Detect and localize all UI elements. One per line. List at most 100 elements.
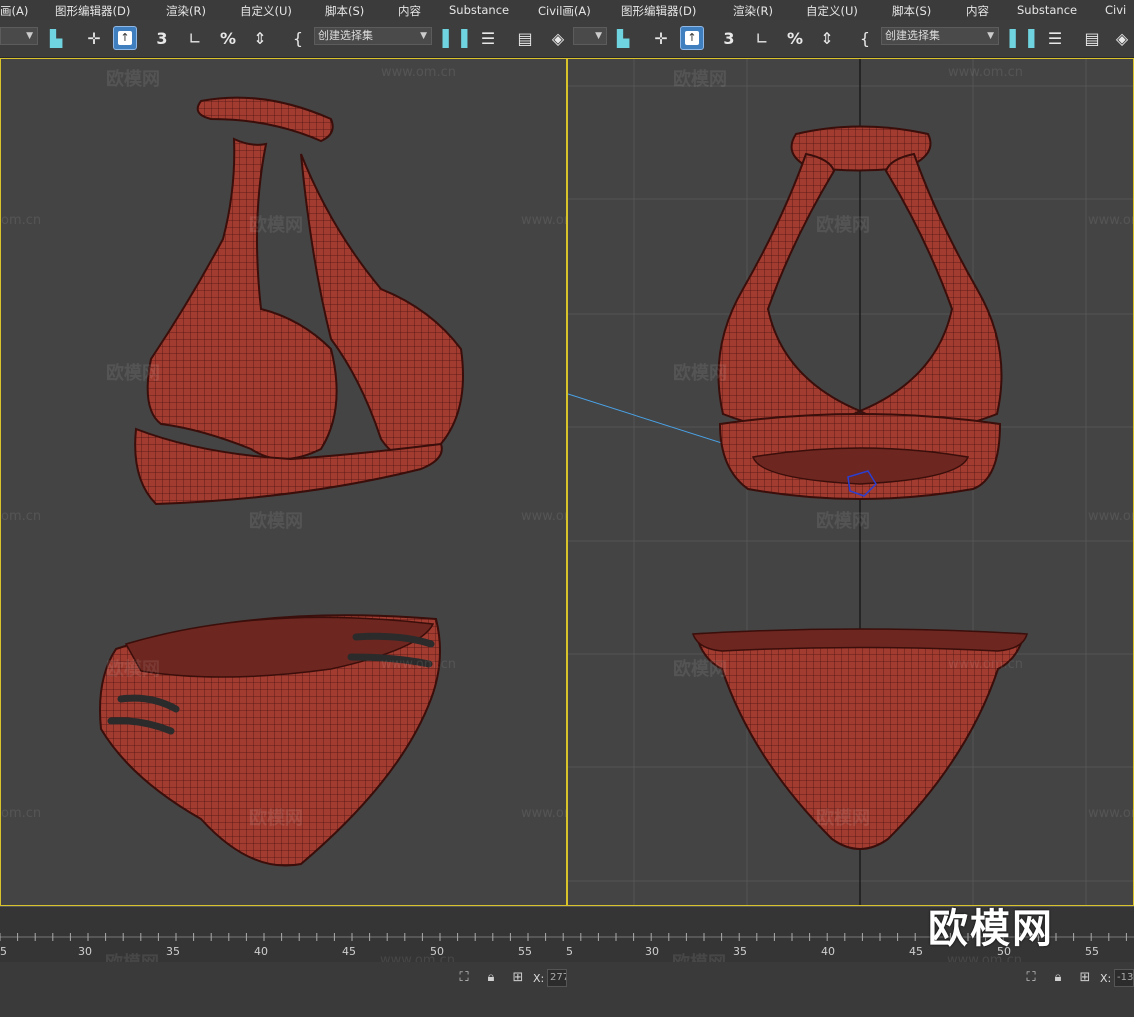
- percent-label: %: [786, 28, 804, 48]
- watermark-site: www.om.cn: [948, 65, 1023, 80]
- timeline-tick-label: 40: [821, 945, 835, 958]
- timeline-tick-label: 45: [342, 945, 356, 958]
- layer-explorer-icon-2[interactable]: ◈: [1110, 26, 1134, 50]
- timeline-tick-label: 55: [1085, 945, 1099, 958]
- menu-item-civil[interactable]: Civil画(A): [538, 3, 591, 19]
- chevron-down-icon: ▼: [987, 31, 994, 41]
- menu-item-content-2[interactable]: 内容: [966, 3, 989, 19]
- menu-item-animation[interactable]: 画(A): [0, 3, 28, 19]
- isolate-selection-icon[interactable]: ⛶: [456, 970, 472, 986]
- percent-snap-icon[interactable]: %: [216, 26, 240, 50]
- watermark-brand: 欧模网: [249, 215, 303, 236]
- status-bar: [0, 962, 1134, 1017]
- snap-toggle-icon-2[interactable]: 3: [717, 26, 741, 50]
- chevron-down-icon: ▼: [595, 31, 602, 41]
- watermark-site-short: om.cn: [1, 806, 42, 821]
- edit-named-selection-icon[interactable]: {: [286, 26, 310, 50]
- watermark-site: www.om.cn: [1088, 509, 1133, 524]
- percent-snap-icon-2[interactable]: %: [783, 26, 807, 50]
- timeline-tick-label: 55: [518, 945, 532, 958]
- transform-mode-icon[interactable]: ⊞: [510, 970, 526, 986]
- watermark-brand: 欧模网: [106, 69, 160, 90]
- edit-named-selection-icon-2[interactable]: {: [853, 26, 877, 50]
- menu-item-scripting[interactable]: 脚本(S): [325, 3, 364, 19]
- named-selection-dropdown-2[interactable]: 创建选择集 ▼: [881, 27, 999, 45]
- align-icon-2[interactable]: ☰: [1043, 26, 1067, 50]
- angle-snap-icon[interactable]: ∟: [183, 26, 207, 50]
- x-coord-field-2[interactable]: -13: [1114, 969, 1134, 987]
- menu-bar: 画(A) 图形编辑器(D) 渲染(R) 自定义(U) 脚本(S) 内容 Subs…: [0, 0, 1134, 20]
- x-coord-field[interactable]: 277: [547, 969, 567, 987]
- brand-logo: 欧模网: [928, 906, 1054, 952]
- timeline-tick-label: 40: [254, 945, 268, 958]
- spinner-snap-icon[interactable]: ⇕: [248, 26, 272, 50]
- menu-item-content[interactable]: 内容: [398, 3, 421, 19]
- named-selection-dropdown[interactable]: 创建选择集 ▼: [314, 27, 432, 45]
- watermark-brand: 欧模网: [106, 659, 160, 680]
- layer-explorer-icon[interactable]: ◈: [546, 26, 570, 50]
- watermark-brand: 欧模网: [249, 808, 303, 829]
- watermark-brand: 欧模网: [106, 363, 160, 384]
- align-icon[interactable]: ☰: [476, 26, 500, 50]
- menu-item-graph-editors-2[interactable]: 图形编辑器(D): [621, 3, 696, 19]
- menu-item-rendering-2[interactable]: 渲染(R): [733, 3, 773, 19]
- timeline-tick-label: 30: [78, 945, 92, 958]
- lock-icon[interactable]: 🔒︎: [1050, 970, 1066, 986]
- percent-label: %: [219, 28, 237, 48]
- select-object-button[interactable]: ↑: [113, 26, 137, 50]
- watermark-site: www.om.cn: [521, 213, 566, 228]
- named-selection-value: 创建选择集: [318, 29, 373, 42]
- chevron-down-icon: ▼: [420, 31, 427, 41]
- watermark-site: www.om.cn: [381, 65, 456, 80]
- bikini-top-mesh[interactable]: [131, 96, 464, 509]
- menu-item-rendering[interactable]: 渲染(R): [166, 3, 206, 19]
- menu-item-substance[interactable]: Substance: [449, 3, 509, 17]
- menu-item-substance-2[interactable]: Substance: [1017, 3, 1077, 17]
- watermark-brand: 欧模网: [816, 215, 870, 236]
- transform-mode-icon[interactable]: ⊞: [1077, 970, 1093, 986]
- select-object-button-2[interactable]: ↑: [680, 26, 704, 50]
- x-coord-label: X:: [1100, 972, 1112, 985]
- timeline-tick-label: 35: [733, 945, 747, 958]
- mirror-icon[interactable]: ▌▐: [443, 26, 468, 50]
- menu-item-civil-2[interactable]: Civi: [1105, 3, 1126, 17]
- move-icon-2[interactable]: ✛: [649, 26, 673, 50]
- mirror-icon-2[interactable]: ▌▐: [1010, 26, 1035, 50]
- watermark-site: www.om.cn: [1088, 213, 1133, 228]
- viewport-front[interactable]: 欧模网 www.om.cn 欧模网 www.om.cn 欧模网 欧模网 www.…: [567, 58, 1134, 906]
- isolate-selection-icon[interactable]: ⛶: [1023, 970, 1039, 986]
- angle-snap-icon-2[interactable]: ∟: [750, 26, 774, 50]
- spinner-snap-icon-2[interactable]: ⇕: [815, 26, 839, 50]
- timeline-tick-label: 45: [909, 945, 923, 958]
- filter-dropdown[interactable]: ▼: [0, 27, 38, 45]
- viewport-perspective[interactable]: 欧模网 www.om.cn om.cn 欧模网 www.om.cn 欧模网 om…: [0, 58, 567, 906]
- filter-dropdown-2[interactable]: ▼: [573, 27, 607, 45]
- select-link-icon[interactable]: ▙: [44, 26, 68, 50]
- mesh-canvas-left: [99, 96, 464, 867]
- lock-icon[interactable]: 🔒︎: [483, 970, 499, 986]
- chevron-down-icon: ▼: [26, 31, 33, 41]
- arrow-up-icon: ↑: [118, 31, 132, 45]
- snap-label: 3: [723, 28, 735, 48]
- scene-explorer-icon-2[interactable]: ▤: [1080, 26, 1104, 50]
- scene-explorer-icon[interactable]: ▤: [513, 26, 537, 50]
- snap-toggle-icon[interactable]: 3: [150, 26, 174, 50]
- timeline-tick-label: 35: [166, 945, 180, 958]
- watermark-brand: 欧模网: [249, 511, 303, 532]
- snap-label: 3: [156, 28, 168, 48]
- x-coord-label: X:: [533, 972, 545, 985]
- menu-item-customize[interactable]: 自定义(U): [240, 3, 292, 19]
- mesh-canvas-right: [568, 59, 1133, 905]
- select-link-icon-2[interactable]: ▙: [611, 26, 635, 50]
- watermark-site: www.om.cn: [381, 657, 456, 672]
- watermark-site: www.om.cn: [521, 806, 566, 821]
- menu-item-customize-2[interactable]: 自定义(U): [806, 3, 858, 19]
- arrow-up-icon: ↑: [685, 31, 699, 45]
- menu-item-graph-editors[interactable]: 图形编辑器(D): [55, 3, 130, 19]
- watermark-site-short: om.cn: [1, 213, 42, 228]
- timeline-tick-label: 50: [430, 945, 444, 958]
- menu-item-scripting-2[interactable]: 脚本(S): [892, 3, 931, 19]
- move-icon[interactable]: ✛: [82, 26, 106, 50]
- named-selection-value: 创建选择集: [885, 29, 940, 42]
- watermark-brand: 欧模网: [673, 69, 727, 90]
